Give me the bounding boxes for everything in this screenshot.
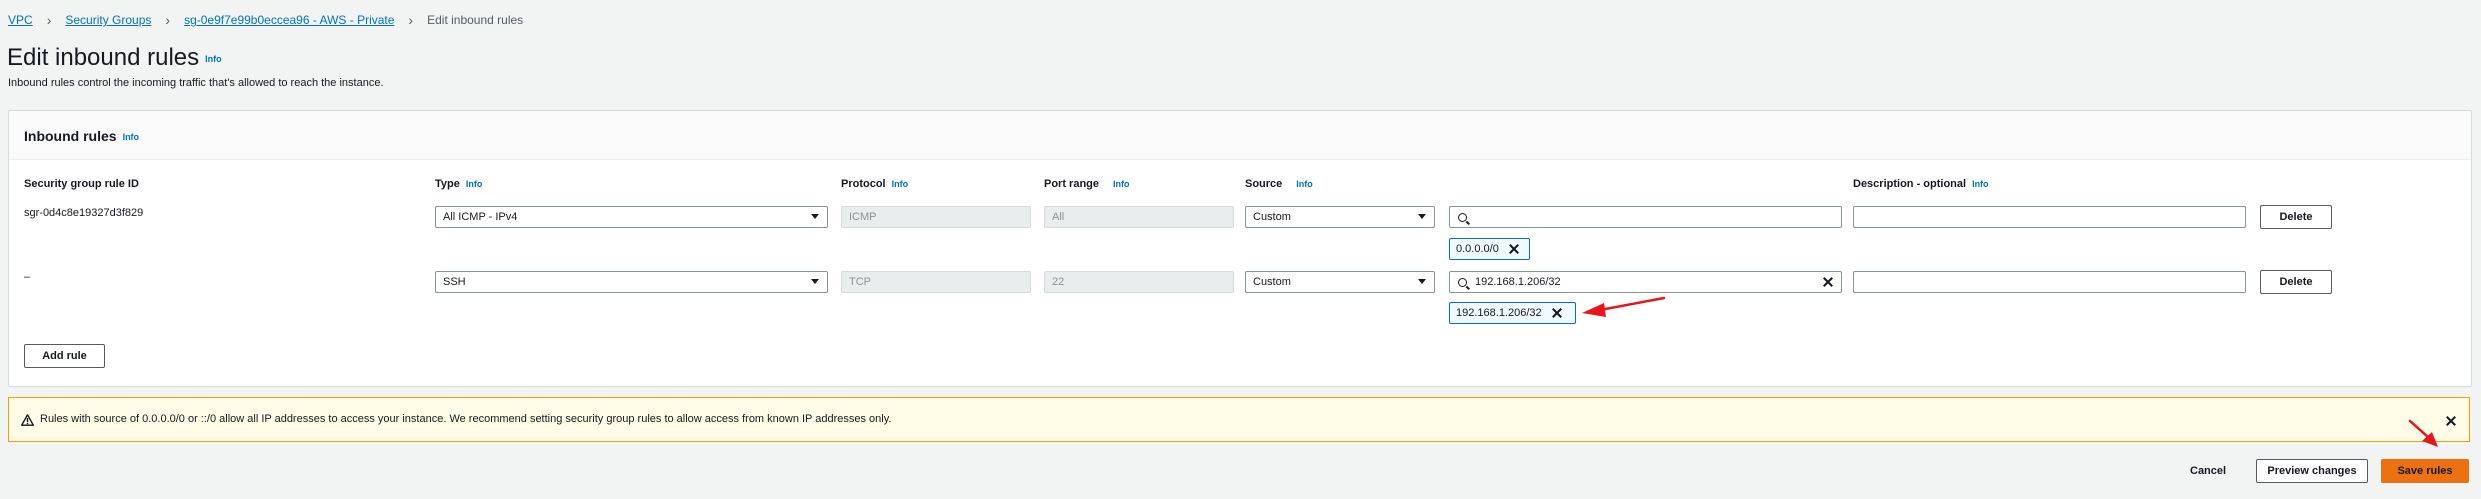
annotation-arrow-source [1582, 296, 1666, 317]
annotation-arrow-save [2408, 419, 2438, 447]
annotation-arrows [1582, 296, 2438, 447]
